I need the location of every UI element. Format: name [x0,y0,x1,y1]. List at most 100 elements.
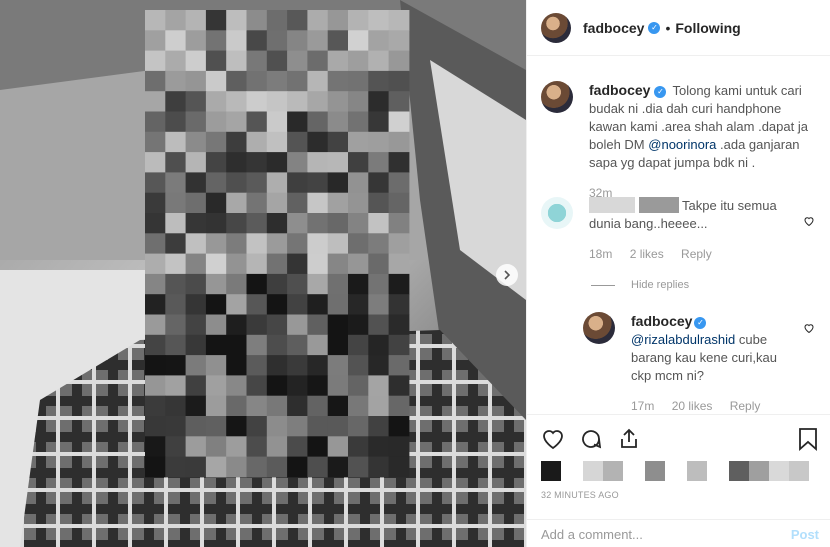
comment-icon[interactable] [579,427,603,451]
mosaic-tile [348,395,369,417]
mosaic-tile [205,273,227,295]
reply-reply-button[interactable]: Reply [730,399,761,413]
mosaic-tile [307,456,329,478]
next-arrow-icon[interactable] [496,264,518,286]
mosaic-tile [287,131,308,153]
mosaic-tile [205,91,227,112]
mosaic-tile [145,436,166,458]
mosaic-tile [348,30,369,52]
mosaic-tile [205,375,227,397]
mosaic-tile [368,273,390,295]
caption-username[interactable]: fadbocey [589,82,650,98]
mosaic-tile [388,213,410,234]
comment: Takpe itu semua dunia bang..heeee... 18m… [541,197,789,263]
mosaic-tile [185,416,207,437]
caption-body: fadbocey ✓ Tolong kami untuk cari budak ni… [589,81,821,202]
mosaic-tile [226,294,247,315]
mosaic-tile [327,253,349,275]
reply-likes[interactable]: 20 likes [672,399,713,413]
mosaic-tile [246,314,268,336]
share-icon[interactable] [617,427,641,451]
hide-replies-toggle[interactable]: Hide replies [591,279,689,291]
avatar[interactable] [583,312,615,344]
mosaic-tile [165,10,187,31]
pixelated-photo [0,0,526,547]
reply-body: fadbocey ✓ @rizalabdulrashid cube barang … [631,312,791,414]
instagram-post: fadbocey ✓ • Following fadbocey ✓ Tolong k… [0,0,830,547]
mosaic-tile [145,253,166,275]
mosaic-tile [226,334,247,356]
mosaic-tile [226,172,247,194]
mosaic-tile [388,30,410,52]
mosaic-tile [388,192,410,214]
mosaic-tile [145,456,166,478]
comment-meta: 18m 2 likes Reply [589,245,789,263]
mosaic-tile [327,70,349,92]
separator-dot: • [665,19,671,36]
post-timestamp[interactable]: 32 MINUTES AGO [541,490,619,500]
post-comment-button[interactable]: Post [791,527,819,542]
mosaic-tile [348,314,369,336]
mosaic-tile [145,152,166,173]
mosaic-tile [388,111,410,133]
redacted-username [589,197,635,213]
mosaic-tile [307,355,329,376]
caption-mention[interactable]: @noorinora [648,137,716,152]
mosaic-tile [226,111,247,133]
mosaic-tile [307,172,329,194]
mosaic-tile [307,436,329,458]
mosaic-tile [145,395,166,417]
following-button[interactable]: Following [675,20,740,36]
mosaic-tile [165,416,187,437]
mosaic-tile [388,375,410,397]
mosaic-tile [266,50,288,72]
mosaic-tile [205,395,227,417]
username-link[interactable]: fadbocey [583,20,644,36]
small-heart-icon[interactable] [803,322,815,334]
mosaic-tile [205,294,227,315]
mosaic-tile [226,314,247,336]
reply-username[interactable]: fadbocey [631,313,692,329]
comment-time[interactable]: 18m [589,247,612,261]
mosaic-tile [145,334,166,356]
mosaic-tile [287,294,308,315]
mosaic-tile [348,233,369,255]
mosaic-tile [246,91,268,112]
reply-mention[interactable]: @rizalabdulrashid [631,332,735,347]
mosaic-tile [388,416,410,437]
mosaic-tile [307,273,329,295]
hide-replies-label: Hide replies [631,279,690,291]
liked-by-avatars-redacted [541,461,809,481]
mosaic-tile [327,416,349,437]
mosaic-tile [307,213,329,234]
avatar[interactable] [541,81,573,113]
comment-likes[interactable]: 2 likes [630,247,664,261]
verified-badge-icon: ✓ [694,317,707,329]
add-comment-input[interactable]: Add a comment... [541,527,643,542]
mosaic-tile [327,172,349,194]
avatar[interactable] [541,12,571,43]
reply-time[interactable]: 17m [631,399,654,413]
mosaic-tile [307,70,329,92]
mosaic-tile [388,253,410,275]
mosaic-tile [307,192,329,214]
avatar[interactable] [541,197,573,229]
mosaic-tile [287,233,308,255]
mosaic-tile [348,111,369,133]
heart-icon[interactable] [541,427,565,451]
comment-reply-button[interactable]: Reply [681,247,712,261]
mosaic-tile [327,395,349,417]
comments-section: fadbocey ✓ Tolong kami untuk cari budak ni… [527,57,830,414]
bookmark-icon[interactable] [797,427,819,451]
mosaic-tile [348,253,369,275]
mosaic-tile [327,152,349,173]
small-heart-icon[interactable] [803,215,815,227]
mosaic-tile [246,416,268,437]
mosaic-tile [246,355,268,376]
mosaic-tile [327,213,349,234]
mosaic-tile [348,355,369,376]
mosaic-tile [165,233,187,255]
mosaic-tile [388,233,410,255]
post-photo[interactable] [0,0,526,547]
mosaic-tile [205,233,227,255]
